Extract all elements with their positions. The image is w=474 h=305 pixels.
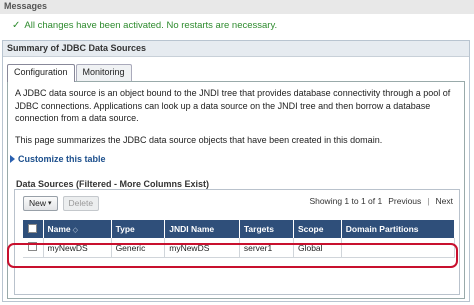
panel-title: Summary of JDBC Data Sources <box>3 41 469 57</box>
row-checkbox-cell[interactable] <box>23 238 44 258</box>
expand-triangle-icon <box>10 155 15 163</box>
datasources-table: Name ◇ Type JNDI Name Targets Scope Domai… <box>23 220 456 258</box>
chevron-down-icon: ▾ <box>48 200 52 207</box>
summary-panel: Summary of JDBC Data Sources Configurati… <box>2 40 470 302</box>
select-all-checkbox[interactable] <box>28 223 38 233</box>
cell-type: Generic <box>111 238 166 258</box>
tab-content: A JDBC data source is an object bound to… <box>7 81 465 299</box>
table-row: myNewDS Generic myNewDS server1 Global <box>23 238 456 258</box>
paging-next[interactable]: Next <box>436 196 453 206</box>
tab-bar: Configuration Monitoring <box>7 64 133 82</box>
column-name[interactable]: Name ◇ <box>43 220 112 238</box>
column-scope[interactable]: Scope <box>293 220 342 238</box>
messages-header: Messages <box>0 0 474 14</box>
customize-label: Customize this table <box>18 154 106 164</box>
column-targets[interactable]: Targets <box>239 220 294 238</box>
column-jndi-name[interactable]: JNDI Name <box>164 220 240 238</box>
tab-monitoring[interactable]: Monitoring <box>75 64 132 81</box>
select-all-checkbox-cell[interactable] <box>23 220 44 238</box>
table-header-row: Name ◇ Type JNDI Name Targets Scope Domai… <box>23 220 456 238</box>
new-button[interactable]: New ▾ <box>23 195 58 211</box>
new-button-label: New <box>29 198 47 208</box>
summary-text: This page summarizes the JDBC data sourc… <box>15 135 383 145</box>
cell-scope: Global <box>293 238 342 258</box>
tab-configuration[interactable]: Configuration <box>7 64 75 82</box>
checkmark-icon: ✓ <box>12 20 21 31</box>
table-toolbar: New ▾ Delete Showing 1 to 1 of 1 Previou… <box>15 190 459 216</box>
cell-targets: server1 <box>239 238 294 258</box>
column-type[interactable]: Type <box>111 220 166 238</box>
success-message: ✓ All changes have been activated. No re… <box>12 20 277 31</box>
paging-separator: | <box>427 196 430 206</box>
description-text: A JDBC data source is an object bound to… <box>15 88 451 123</box>
delete-button[interactable]: Delete <box>62 195 100 211</box>
sort-icon[interactable]: ◇ <box>73 227 78 234</box>
paging-showing: Showing 1 to 1 of 1 <box>309 196 383 206</box>
column-name-label: Name <box>47 224 71 234</box>
paging-previous[interactable]: Previous <box>388 196 421 206</box>
success-text: All changes have been activated. No rest… <box>24 20 278 31</box>
cell-jndi-name: myNewDS <box>164 238 240 258</box>
column-domain-partitions[interactable]: Domain Partitions <box>341 220 456 238</box>
row-checkbox[interactable] <box>28 242 38 251</box>
customize-table-link[interactable]: Customize this table <box>10 154 106 164</box>
cell-domain-partitions <box>341 238 456 258</box>
datasources-table-container: New ▾ Delete Showing 1 to 1 of 1 Previou… <box>14 189 460 295</box>
datasources-title: Data Sources (Filtered - More Columns Ex… <box>16 179 210 189</box>
cell-name[interactable]: myNewDS <box>43 238 112 258</box>
pagination: Showing 1 to 1 of 1 Previous | Next <box>309 196 453 206</box>
